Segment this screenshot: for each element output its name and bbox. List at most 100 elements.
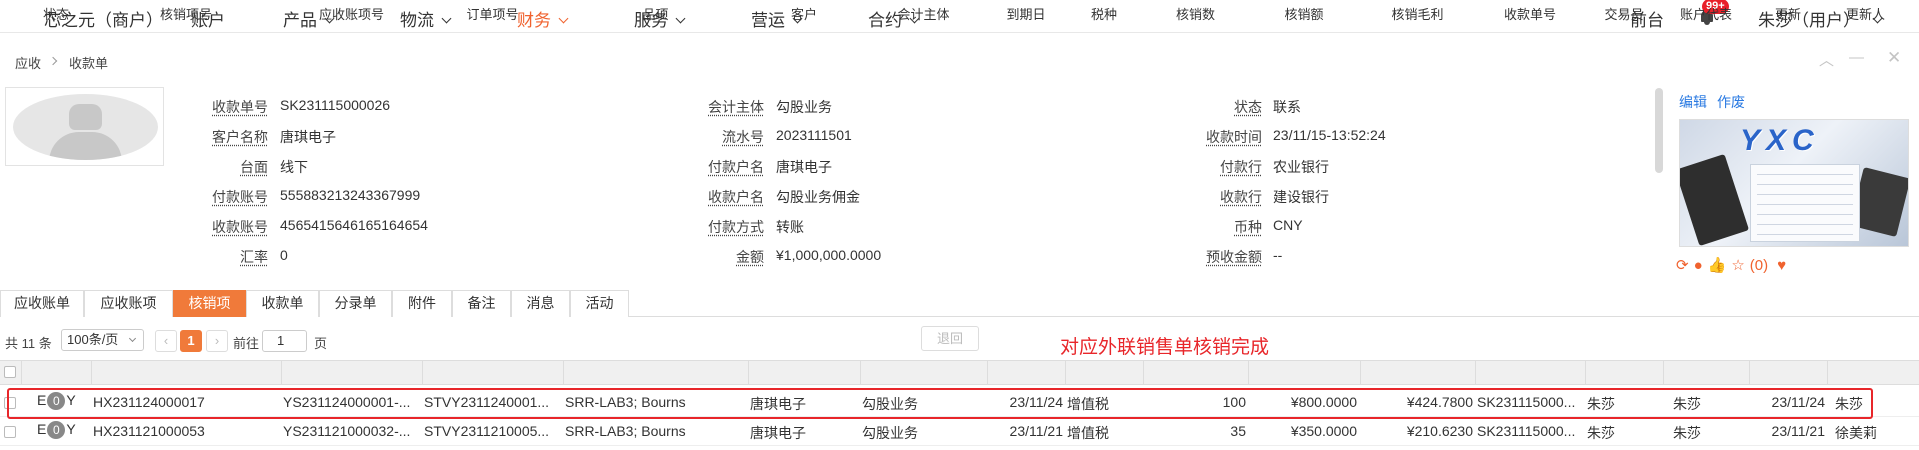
vertical-scrollbar[interactable] (1655, 88, 1663, 173)
cell-receipt-no[interactable]: SK231115000... (1477, 423, 1585, 439)
tab-writeoff-item[interactable]: 核销项 (173, 290, 246, 317)
value-prepaid-amount: -- (1273, 247, 1283, 263)
page-suffix: 页 (314, 336, 328, 351)
next-page-button[interactable]: › (206, 330, 228, 352)
label-currency: 币种 (1234, 219, 1262, 235)
column-divider (563, 361, 564, 385)
value-payer-bank: 农业银行 (1273, 159, 1329, 175)
col-header-entity[interactable]: 会计主体 (860, 4, 987, 23)
col-header-updated[interactable]: 更新 (1749, 4, 1827, 23)
value-platform: 线下 (280, 159, 308, 175)
cell-writeoff-no[interactable]: HX231121000053 (93, 423, 205, 439)
col-header-tax-type[interactable]: 税种 (1065, 4, 1143, 23)
back-button[interactable]: 退回 (921, 326, 979, 351)
cell-gross-profit: ¥210.6230 (1406, 423, 1473, 439)
col-header-status[interactable]: 状态 (21, 4, 91, 23)
label-receipt-no: 收款单号 (212, 99, 268, 115)
col-header-due-date[interactable]: 到期日 (987, 4, 1065, 23)
heart-icon[interactable]: ♥ (1773, 257, 1786, 274)
avatar-placeholder-icon (13, 94, 158, 160)
table-header (0, 360, 1919, 385)
tab-journal[interactable]: 分录单 (319, 290, 392, 317)
tab-messages[interactable]: 消息 (511, 290, 570, 317)
breadcrumb-receivable[interactable]: 应收 (15, 53, 41, 72)
goto-page-input[interactable]: 1 (262, 330, 307, 352)
current-page[interactable]: 1 (180, 330, 202, 352)
tab-attachment[interactable]: 附件 (392, 290, 452, 317)
value-payment-method: 转账 (776, 219, 804, 235)
column-divider (1143, 361, 1144, 385)
chevron-up-icon[interactable]: ︿ (1819, 49, 1834, 70)
document-image (1750, 164, 1860, 242)
label-receipt-time: 收款时间 (1206, 129, 1262, 145)
cell-trader: 朱莎 (1587, 425, 1615, 441)
label-customer-name: 客户名称 (212, 129, 268, 145)
edit-link[interactable]: 编辑 (1679, 92, 1707, 112)
cell-writeoff-amount: ¥350.0000 (1290, 423, 1357, 439)
cell-writeoff-qty: 35 (1230, 423, 1246, 439)
col-header-customer[interactable]: 客户 (748, 4, 860, 23)
col-header-receivable-no[interactable]: 应收账项号 (281, 4, 422, 23)
col-header-writeoff-qty[interactable]: 核销数 (1143, 4, 1248, 23)
value-receipt-time: 23/11/15-13:52:24 (1273, 127, 1386, 143)
comment-icon[interactable]: ● (1694, 257, 1703, 274)
value-status: 联系 (1273, 99, 1301, 115)
value-exchange-rate: 0 (280, 247, 288, 263)
col-header-account-rep[interactable]: 账户代表 (1663, 4, 1749, 23)
label-payee-bank: 收款行 (1220, 189, 1262, 205)
value-payee-name: 勾股业务佣金 (776, 189, 860, 205)
col-header-order-no[interactable]: 订单项号 (422, 4, 563, 23)
action-icons: ⟳ ● 👍 ☆ (0) ♥ (1676, 256, 1791, 274)
column-divider (422, 361, 423, 385)
value-payee-bank: 建设银行 (1273, 189, 1329, 205)
status-prefix: E (37, 421, 47, 437)
thumb-logo: YXC (1740, 124, 1820, 157)
cell-updated-by: 徐美莉 (1835, 425, 1877, 441)
chevron-down-icon (128, 334, 137, 343)
attachment-thumbnail[interactable]: YXC (1679, 119, 1909, 247)
col-header-writeoff-no[interactable]: 核销项号 (91, 4, 281, 23)
status-suffix: Y (66, 421, 76, 437)
cell-tax-type: 增值税 (1067, 425, 1109, 441)
col-header-updated-by[interactable]: 更新人 (1827, 4, 1904, 23)
tab-notes[interactable]: 备注 (452, 290, 511, 317)
refresh-icon[interactable]: ⟳ (1676, 257, 1689, 274)
minimize-icon[interactable]: — (1849, 49, 1864, 66)
cell-receivable-no[interactable]: YS231121000032-... (283, 423, 422, 439)
select-all-checkbox[interactable] (4, 366, 16, 378)
star-icon[interactable]: ☆ (1731, 257, 1744, 274)
tab-receivable-item[interactable]: 应收账项 (84, 290, 173, 317)
page-size-value: 100条/页 (67, 332, 119, 347)
cell-account-rep: 朱莎 (1673, 425, 1701, 441)
breadcrumb-receipt: 收款单 (69, 56, 109, 71)
label-payer-name: 付款户名 (708, 159, 764, 175)
cell-due-date: 23/11/21 (1009, 423, 1063, 439)
col-header-trader[interactable]: 交易员 (1585, 4, 1663, 23)
close-icon[interactable]: ✕ (1887, 48, 1901, 68)
row-checkbox[interactable] (4, 426, 16, 438)
col-header-writeoff-amount[interactable]: 核销额 (1248, 4, 1360, 23)
cell-item: SRR-LAB3; Bourns (565, 423, 686, 439)
page-size-select[interactable]: 100条/页 (61, 329, 144, 351)
tab-receipt[interactable]: 收款单 (246, 290, 319, 317)
tab-receivable-bill[interactable]: 应收账单 (0, 290, 84, 317)
thumbs-up-icon[interactable]: 👍 (1708, 257, 1727, 274)
label-payer-bank: 付款行 (1220, 159, 1262, 175)
value-customer-name: 唐琪电子 (280, 129, 336, 145)
prev-page-button[interactable]: ‹ (155, 330, 177, 352)
annotation-text: 对应外联销售单核销完成 (1060, 337, 1270, 358)
col-header-receipt-no[interactable]: 收款单号 (1475, 4, 1585, 23)
cell-order-no[interactable]: STVY2311210005... (424, 423, 563, 439)
col-header-item[interactable]: 品项 (563, 4, 748, 23)
value-receipt-no: SK231115000026 (280, 97, 391, 113)
tab-bar: 应收账单 应收账项 核销项 收款单 分录单 附件 备注 消息 活动 (0, 290, 1919, 317)
col-header-gross-profit[interactable]: 核销毛利 (1360, 4, 1475, 23)
void-link[interactable]: 作废 (1717, 92, 1745, 112)
cell-entity: 勾股业务 (862, 425, 918, 441)
label-status: 状态 (1234, 99, 1262, 115)
label-prepaid-amount: 预收金额 (1206, 249, 1262, 265)
cell-customer: 唐琪电子 (750, 425, 806, 441)
tab-activity[interactable]: 活动 (570, 290, 629, 317)
value-payer-name: 唐琪电子 (776, 159, 832, 175)
column-divider (860, 361, 861, 385)
